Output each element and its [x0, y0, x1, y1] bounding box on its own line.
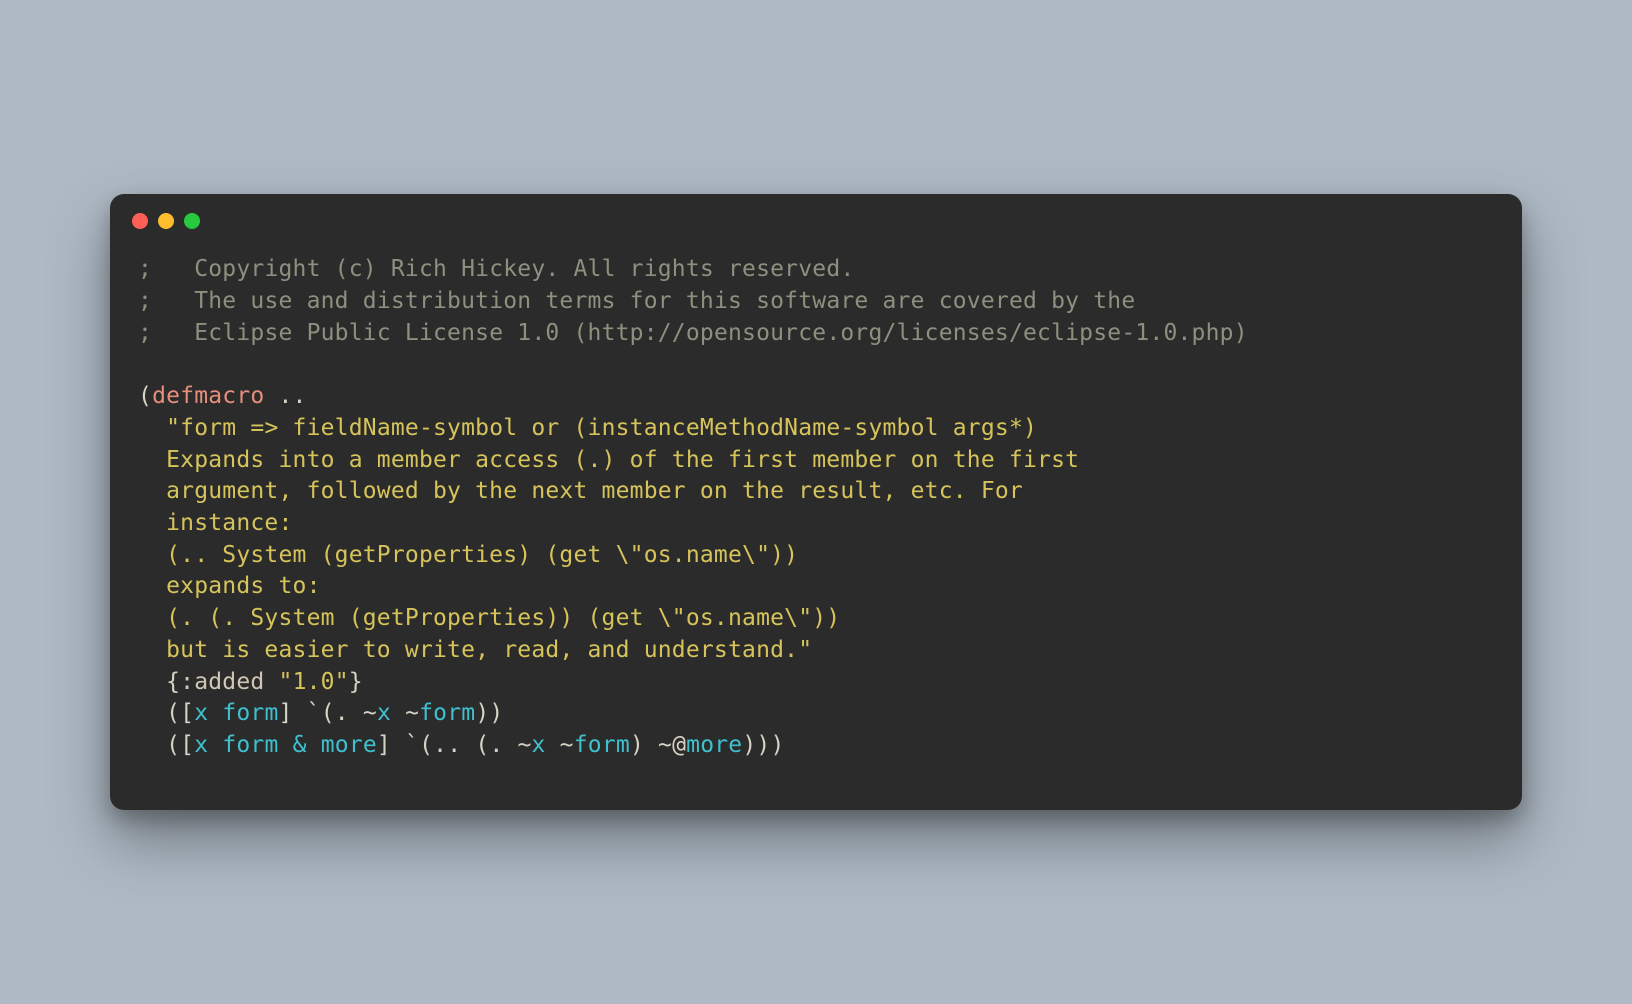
meta-value: "1.0": [279, 669, 349, 695]
meta-key: :added: [180, 669, 264, 695]
stage: ; Copyright (c) Rich Hickey. All rights …: [0, 0, 1632, 1004]
terminal-window: ; Copyright (c) Rich Hickey. All rights …: [110, 194, 1522, 810]
arity1-open: ([: [138, 700, 194, 726]
open-paren: (: [138, 383, 152, 409]
sym-more: more: [321, 732, 377, 758]
comment-line: ; The use and distribution terms for thi…: [138, 288, 1135, 314]
minimize-icon[interactable]: [158, 213, 174, 229]
keyword-defmacro: defmacro: [152, 383, 264, 409]
docstring: "form => fieldName-symbol or (instanceMe…: [138, 415, 1079, 663]
sym-form: form: [222, 700, 278, 726]
arity2-open: ([: [138, 732, 194, 758]
sym-form: form: [222, 732, 278, 758]
macro-name: ..: [264, 383, 306, 409]
meta-open: {: [138, 669, 180, 695]
comment-line: ; Eclipse Public License 1.0 (http://ope…: [138, 320, 1248, 346]
sym-amp: &: [293, 732, 307, 758]
code-block: ; Copyright (c) Rich Hickey. All rights …: [110, 248, 1522, 810]
window-titlebar: [110, 194, 1522, 248]
comment-line: ; Copyright (c) Rich Hickey. All rights …: [138, 256, 854, 282]
close-icon[interactable]: [132, 213, 148, 229]
zoom-icon[interactable]: [184, 213, 200, 229]
sym-x: x: [194, 700, 208, 726]
sym-x: x: [194, 732, 208, 758]
meta-close: }: [349, 669, 363, 695]
